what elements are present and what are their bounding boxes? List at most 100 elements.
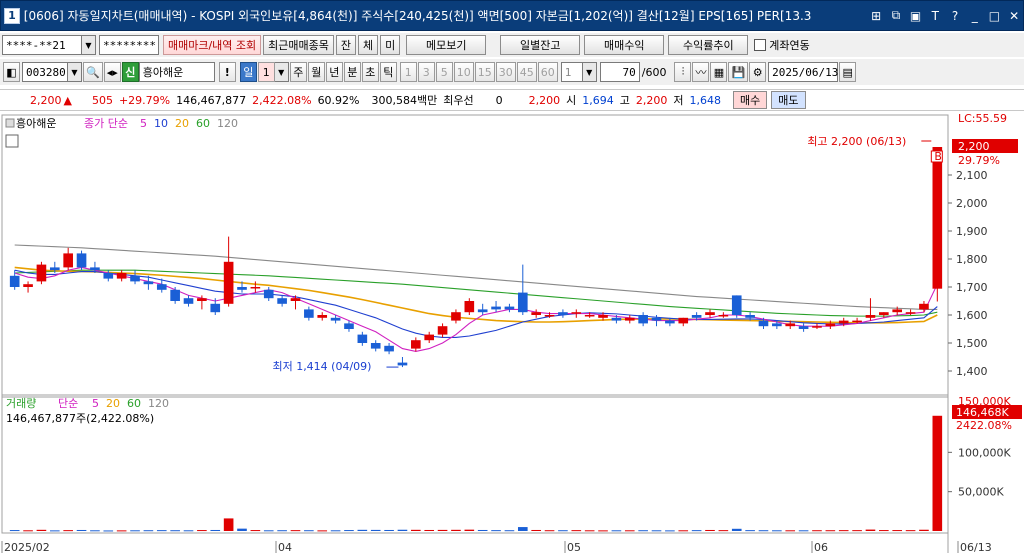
interval-button[interactable]: 10 bbox=[453, 62, 474, 82]
chevron-down-icon[interactable]: ▼ bbox=[582, 62, 597, 82]
panel-toggle-icon[interactable]: ◧ bbox=[3, 62, 20, 82]
current-price: 2,200 bbox=[30, 93, 62, 107]
mi-button[interactable]: 미 bbox=[380, 35, 401, 55]
gear-icon[interactable]: ⚙ bbox=[749, 62, 767, 82]
candle-body bbox=[731, 295, 742, 315]
candle-body bbox=[852, 320, 862, 323]
volume-bar bbox=[250, 530, 261, 532]
candle-body bbox=[451, 312, 461, 321]
volume-pct: 2,422.08% bbox=[252, 93, 312, 107]
password-field[interactable]: ******** bbox=[99, 35, 159, 55]
volume-bar bbox=[584, 530, 595, 532]
search-icon[interactable]: 🔍 bbox=[83, 62, 103, 82]
credit-badge: 신 bbox=[121, 62, 139, 82]
save-icon[interactable]: ▣ bbox=[907, 7, 925, 25]
maximize-icon[interactable]: □ bbox=[986, 7, 1004, 25]
x-tick-label: 06/13 bbox=[960, 541, 992, 553]
recent-trades-button[interactable]: 최근매매종목 bbox=[263, 35, 334, 55]
y-tick-label: 1,800 bbox=[956, 253, 988, 266]
interval-button[interactable]: 15 bbox=[474, 62, 495, 82]
y-tick-label: 2,100 bbox=[956, 169, 988, 182]
calendar-icon[interactable]: ▤ bbox=[839, 62, 857, 82]
interval-button[interactable]: 5 bbox=[435, 62, 453, 82]
trade-profit-button[interactable]: 매매수익 bbox=[584, 35, 665, 55]
line-type-icon[interactable]: 〰 bbox=[692, 62, 710, 82]
candle-body bbox=[517, 292, 528, 313]
jan-button[interactable]: 잔 bbox=[335, 35, 357, 55]
period-daily-button[interactable]: 일 bbox=[239, 62, 257, 82]
sell-button[interactable]: 매도 bbox=[771, 91, 806, 109]
che-button[interactable]: 체 bbox=[358, 35, 379, 55]
restore-copy-icon[interactable]: ⧉ bbox=[887, 7, 905, 25]
volume-bar bbox=[772, 530, 782, 532]
font-icon[interactable]: T bbox=[926, 7, 944, 25]
volume-bar bbox=[611, 530, 622, 532]
chart-area[interactable]: 2,100 2,000 1,900 1,800 1,700 1,600 1,500 1,400… bbox=[0, 113, 1024, 553]
interval-value-field[interactable]: 1 bbox=[560, 62, 583, 82]
help-icon[interactable]: ? bbox=[946, 7, 964, 25]
count-field[interactable]: 70 bbox=[599, 62, 640, 82]
trade-amount: 300,584백만 bbox=[371, 94, 438, 107]
app-icon[interactable]: 1 bbox=[4, 7, 20, 24]
volume-bar bbox=[304, 530, 314, 532]
volume-bar bbox=[731, 528, 742, 531]
y-tick-label: 1,500 bbox=[956, 337, 988, 350]
candle-body bbox=[598, 315, 608, 318]
lc-label: LC:55.59 bbox=[958, 113, 1007, 125]
chevron-down-icon[interactable]: ▼ bbox=[68, 62, 82, 82]
candle-type-icon[interactable]: ⫶ bbox=[674, 62, 692, 82]
period-second-button[interactable]: 초 bbox=[361, 62, 379, 82]
price-pane-border bbox=[1, 114, 949, 398]
buy-button[interactable]: 매수 bbox=[733, 91, 768, 109]
period-tick-button[interactable]: 틱 bbox=[379, 62, 397, 82]
interval-button[interactable]: 60 bbox=[537, 62, 558, 82]
low-annotation: 최저 1,414 (04/09) bbox=[272, 360, 371, 373]
interval-button[interactable]: 3 bbox=[417, 62, 435, 82]
chevron-down-icon[interactable]: ▼ bbox=[82, 35, 96, 55]
return-trend-button[interactable]: 수익률추이 bbox=[668, 35, 749, 55]
layout-icon[interactable]: ▦ bbox=[710, 62, 728, 82]
period-yearly-button[interactable]: 년 bbox=[325, 62, 343, 82]
link-icon[interactable]: ⊞ bbox=[867, 7, 885, 25]
candle-body bbox=[464, 301, 475, 313]
volume-bar bbox=[932, 415, 943, 531]
minimize-icon[interactable]: _ bbox=[966, 7, 984, 25]
volume-bar bbox=[638, 530, 648, 532]
close-icon[interactable]: ✕ bbox=[1005, 7, 1023, 25]
volume-bar bbox=[598, 530, 608, 532]
date-field[interactable]: 2025/06/13 bbox=[768, 62, 838, 82]
save-icon[interactable]: 💾 bbox=[728, 62, 749, 82]
price-change-pct: +29.79% bbox=[118, 93, 171, 107]
candle-body bbox=[170, 289, 180, 301]
window-title: [0606] 자동일지차트(매매내역) - KOSPI 외국인보유[4,864(… bbox=[23, 9, 812, 23]
period-weekly-button[interactable]: 주 bbox=[289, 62, 307, 82]
candle-body bbox=[263, 289, 274, 299]
candle-body bbox=[277, 298, 287, 304]
x-tick-label: 06 bbox=[814, 541, 828, 553]
candle-body bbox=[825, 323, 836, 327]
interval-button[interactable]: 30 bbox=[495, 62, 516, 82]
chart-svg[interactable]: 2,100 2,000 1,900 1,800 1,700 1,600 1,500 1,400… bbox=[0, 113, 1024, 553]
period-monthly-button[interactable]: 월 bbox=[307, 62, 325, 82]
stock-code-field[interactable]: 003280 bbox=[22, 62, 68, 82]
candle-body bbox=[397, 362, 408, 366]
prev-next-icon[interactable]: ◂▸ bbox=[103, 62, 121, 82]
volume-last-label: 146,468K bbox=[956, 406, 1009, 419]
period-minute-button[interactable]: 분 bbox=[343, 62, 361, 82]
account-field[interactable]: ****-**21 bbox=[2, 35, 82, 55]
period-count-select[interactable]: 1 bbox=[257, 62, 275, 82]
daily-balance-button[interactable]: 일별잔고 bbox=[500, 35, 581, 55]
stock-name-field[interactable]: 흥아해운 bbox=[138, 62, 215, 82]
volume-bar bbox=[558, 530, 568, 532]
x-tick-label: 04 bbox=[278, 541, 292, 553]
interval-button[interactable]: 1 bbox=[399, 62, 417, 82]
interval-button[interactable]: 45 bbox=[516, 62, 537, 82]
volume-bar bbox=[344, 530, 354, 532]
memo-button[interactable]: 메모보기 bbox=[406, 35, 487, 55]
alert-button[interactable]: ! bbox=[218, 62, 236, 82]
trade-mark-button[interactable]: 매매마크/내역 조회 bbox=[163, 35, 262, 55]
chevron-down-icon[interactable]: ▼ bbox=[274, 62, 289, 82]
volume-legend-20: 20 bbox=[106, 397, 120, 410]
candle-body bbox=[504, 306, 515, 310]
account-link-checkbox[interactable] bbox=[754, 39, 767, 51]
